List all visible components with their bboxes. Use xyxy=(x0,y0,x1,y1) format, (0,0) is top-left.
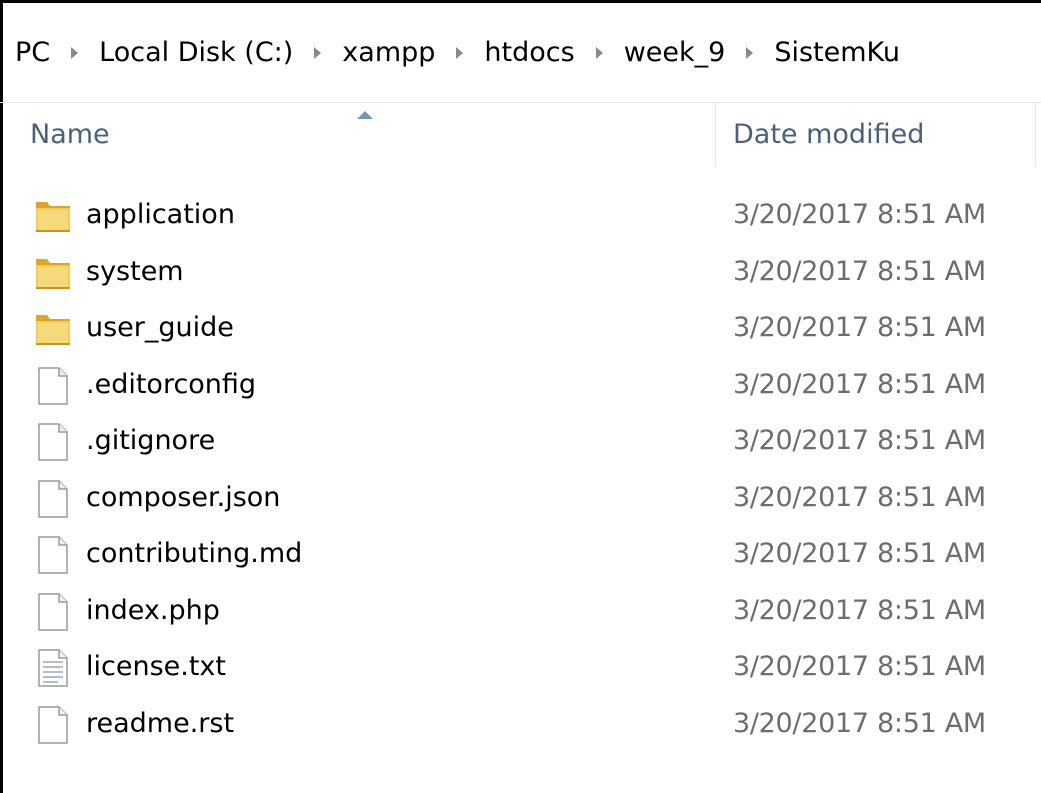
file-date-modified: 3/20/2017 8:51 AM xyxy=(733,199,986,230)
file-icon xyxy=(34,422,72,462)
file-date-modified: 3/20/2017 8:51 AM xyxy=(733,425,986,456)
folder-icon xyxy=(34,253,72,293)
breadcrumb-item-pc[interactable]: PC xyxy=(15,37,50,68)
file-name: user_guide xyxy=(86,312,234,343)
file-name: composer.json xyxy=(86,481,281,513)
file-date-modified: 3/20/2017 8:51 AM xyxy=(733,312,986,343)
file-date-modified: 3/20/2017 8:51 AM xyxy=(733,255,986,287)
column-header-row: Name Date modified xyxy=(0,103,1041,173)
list-item[interactable]: contributing.md 3/20/2017 8:51 AM xyxy=(0,527,1041,584)
breadcrumb[interactable]: PC Local Disk (C:) xampp htdocs week_9 S… xyxy=(0,3,1041,103)
file-name: application xyxy=(86,199,235,230)
file-date-modified: 3/20/2017 8:51 AM xyxy=(733,368,986,400)
file-icon xyxy=(34,366,72,406)
file-name: .gitignore xyxy=(86,425,216,456)
breadcrumb-item-sistemku[interactable]: SistemKu xyxy=(774,37,900,68)
file-date-modified: 3/20/2017 8:51 AM xyxy=(733,707,986,739)
column-resize-handle[interactable] xyxy=(715,103,716,167)
file-icon xyxy=(34,592,72,632)
file-name: index.php xyxy=(86,594,220,626)
list-item[interactable]: license.txt 3/20/2017 8:51 AM xyxy=(0,640,1041,697)
column-header-name[interactable]: Name xyxy=(30,119,110,150)
file-name: contributing.md xyxy=(86,538,303,569)
list-item[interactable]: composer.json 3/20/2017 8:51 AM xyxy=(0,471,1041,528)
file-date-modified: 3/20/2017 8:51 AM xyxy=(733,594,986,626)
folder-icon xyxy=(34,196,72,236)
folder-icon xyxy=(34,309,72,349)
breadcrumb-item-htdocs[interactable]: htdocs xyxy=(484,37,574,68)
list-item[interactable]: application 3/20/2017 8:51 AM xyxy=(0,188,1041,245)
breadcrumb-item-xampp[interactable]: xampp xyxy=(342,37,435,68)
file-name: .editorconfig xyxy=(86,368,257,400)
chevron-right-icon[interactable] xyxy=(314,46,322,59)
chevron-right-icon[interactable] xyxy=(456,46,464,59)
list-item[interactable]: index.php 3/20/2017 8:51 AM xyxy=(0,584,1041,641)
text-file-icon xyxy=(34,648,72,688)
list-item[interactable]: system 3/20/2017 8:51 AM xyxy=(0,245,1041,302)
list-item[interactable]: user_guide 3/20/2017 8:51 AM xyxy=(0,301,1041,358)
file-date-modified: 3/20/2017 8:51 AM xyxy=(733,481,986,513)
breadcrumb-item-local-disk[interactable]: Local Disk (C:) xyxy=(99,37,293,68)
file-name: readme.rst xyxy=(86,707,235,739)
column-resize-handle[interactable] xyxy=(1035,103,1036,167)
sort-ascending-icon xyxy=(357,111,373,119)
list-item[interactable]: .editorconfig 3/20/2017 8:51 AM xyxy=(0,358,1041,415)
chevron-right-icon[interactable] xyxy=(595,46,603,59)
file-icon xyxy=(34,705,72,745)
file-icon xyxy=(34,479,72,519)
column-header-date-modified[interactable]: Date modified xyxy=(733,119,924,150)
list-item[interactable]: readme.rst 3/20/2017 8:51 AM xyxy=(0,697,1041,754)
file-name: system xyxy=(86,255,184,287)
file-date-modified: 3/20/2017 8:51 AM xyxy=(733,538,986,569)
chevron-right-icon[interactable] xyxy=(746,46,754,59)
file-icon xyxy=(34,535,72,575)
file-name: license.txt xyxy=(86,651,226,682)
file-list: application 3/20/2017 8:51 AM system 3/20/2… xyxy=(0,188,1041,753)
breadcrumb-item-week9[interactable]: week_9 xyxy=(624,37,726,68)
file-date-modified: 3/20/2017 8:51 AM xyxy=(733,651,986,682)
list-item[interactable]: .gitignore 3/20/2017 8:51 AM xyxy=(0,414,1041,471)
chevron-right-icon[interactable] xyxy=(71,46,79,59)
